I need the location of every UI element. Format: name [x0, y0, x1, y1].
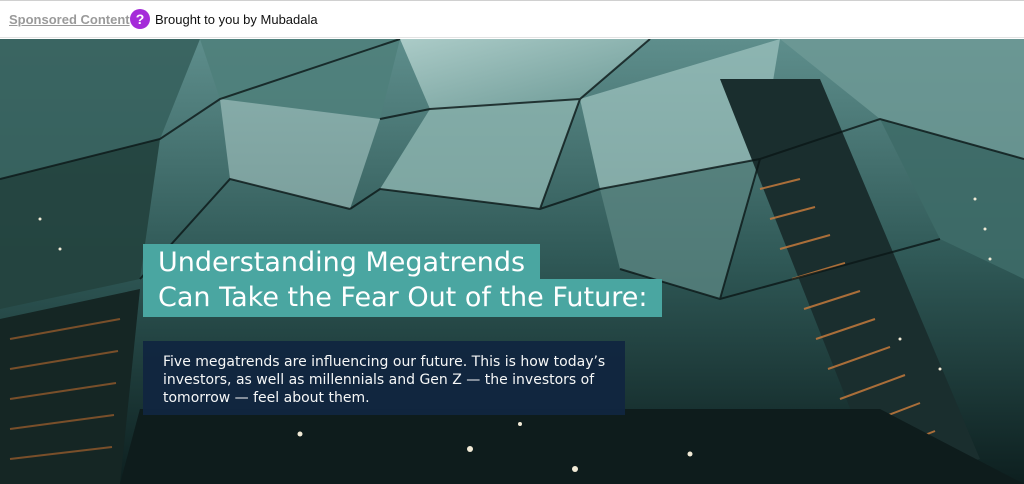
headline-line-2: Can Take the Fear Out of the Future:	[143, 279, 663, 317]
description-box: Five megatrends are influencing our futu…	[143, 341, 625, 415]
description-text: Five megatrends are influencing our futu…	[163, 354, 606, 406]
sponsor-bar: Sponsored Content ? Brought to you by Mu…	[0, 0, 1024, 38]
help-icon[interactable]: ?	[130, 9, 150, 29]
sponsor-label: Brought to you by Mubadala	[155, 12, 318, 27]
headline-line-1: Understanding Megatrends	[143, 244, 541, 282]
hero-banner: Understanding Megatrends Can Take the Fe…	[0, 39, 1024, 484]
sponsored-content-link[interactable]: Sponsored Content	[9, 12, 130, 27]
